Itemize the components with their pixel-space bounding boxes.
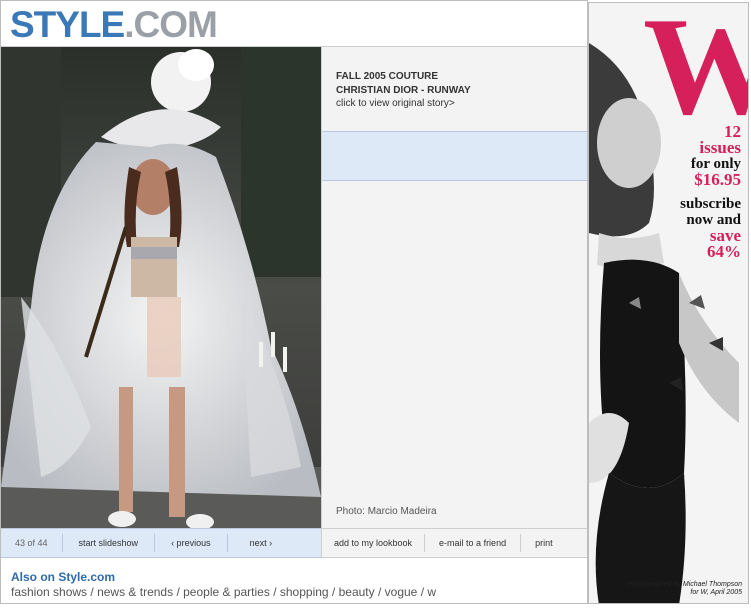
- link-people-parties[interactable]: people & parties: [183, 585, 270, 599]
- page-frame: STYLE.COM FALL 2005 COUTURE CHRISTIAN DI…: [0, 0, 588, 604]
- w-magazine-ad[interactable]: W 12 issues for only $16.95 subscribe no…: [588, 2, 749, 604]
- photo-credit: Photo: Marcio Madeira: [336, 506, 437, 517]
- runway-photo: [1, 47, 321, 528]
- slideshow-controls: 43 of 44 start slideshow ‹ previous next…: [1, 528, 321, 558]
- info-highlight-band: [322, 131, 587, 181]
- ad-credit-line2: for W, April 2005: [690, 589, 742, 596]
- previous-button[interactable]: ‹ previous: [154, 534, 227, 552]
- original-story-link[interactable]: click to view original story>: [336, 97, 455, 110]
- logo-text-style: STYLE: [10, 4, 125, 45]
- ad-offer-copy: 12 issues for only $16.95 subscribe now …: [680, 123, 741, 261]
- link-beauty[interactable]: beauty: [339, 585, 375, 599]
- ad-photo-credit: Photographed by Michael Thompson for W, …: [628, 581, 742, 597]
- ad-line-issues: issues: [699, 138, 741, 157]
- style-com-logo[interactable]: STYLE.COM: [10, 4, 218, 45]
- link-fashion-shows[interactable]: fashion shows: [11, 585, 87, 599]
- link-shopping[interactable]: shopping: [280, 585, 329, 599]
- add-to-lookbook-button[interactable]: add to my lookbook: [322, 534, 424, 552]
- ad-line-subscribe: subscribe: [680, 196, 741, 212]
- slideshow-nav-bar: 43 of 44 start slideshow ‹ previous next…: [1, 528, 587, 558]
- story-info-panel: FALL 2005 COUTURE CHRISTIAN DIOR - RUNWA…: [321, 47, 587, 528]
- link-news-trends[interactable]: news & trends: [97, 585, 173, 599]
- story-title-line1: FALL 2005 COUTURE: [336, 71, 439, 82]
- ad-line-percent: 64%: [707, 242, 741, 261]
- next-button[interactable]: next ›: [226, 534, 295, 552]
- slide-counter: 43 of 44: [15, 538, 48, 548]
- email-friend-button[interactable]: e-mail to a friend: [424, 534, 520, 552]
- logo-text-com: .COM: [124, 4, 218, 45]
- print-button[interactable]: print: [520, 534, 567, 552]
- w-magazine-logo: W: [643, 3, 748, 137]
- ad-credit-line1: Photographed by Michael Thompson: [627, 581, 742, 588]
- story-title-line2: CHRISTIAN DIOR - RUNWAY: [336, 85, 471, 96]
- also-on-heading: Also on Style.com: [11, 570, 116, 584]
- link-vogue[interactable]: vogue: [385, 585, 418, 599]
- link-w[interactable]: w: [427, 585, 436, 599]
- also-on-links: fashion shows / news & trends / people &…: [11, 585, 437, 599]
- ad-line-price: $16.95: [694, 170, 741, 189]
- action-links: add to my lookbook e-mail to a friend pr…: [321, 528, 587, 558]
- start-slideshow-button[interactable]: start slideshow: [61, 534, 155, 552]
